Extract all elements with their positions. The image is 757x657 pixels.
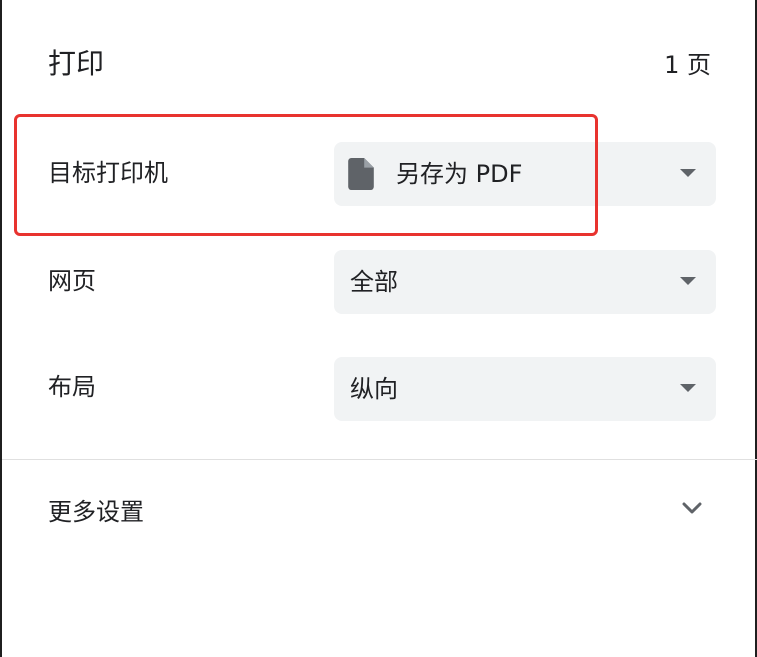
print-panel: 打印 1 页 目标打印机 另存为 PDF 网页 全部 布局 纵向 更多设置 xyxy=(0,0,757,657)
divider xyxy=(2,459,757,460)
dropdown-arrow-icon xyxy=(680,384,696,392)
destination-value: 另存为 PDF xyxy=(396,160,523,188)
dropdown-arrow-icon xyxy=(680,277,696,285)
more-settings-toggle[interactable]: 更多设置 xyxy=(2,478,757,544)
more-settings-label: 更多设置 xyxy=(48,498,144,526)
layout-value: 纵向 xyxy=(350,375,398,403)
file-icon xyxy=(348,158,374,190)
chevron-down-icon xyxy=(682,502,702,514)
pages-label: 网页 xyxy=(48,267,96,295)
page-count: 1 页 xyxy=(664,51,711,79)
layout-label: 布局 xyxy=(48,373,96,401)
pages-value: 全部 xyxy=(350,268,398,296)
layout-select[interactable]: 纵向 xyxy=(334,357,716,421)
pages-select[interactable]: 全部 xyxy=(334,250,716,314)
destination-label: 目标打印机 xyxy=(48,159,168,187)
page-title: 打印 xyxy=(48,47,105,80)
destination-select[interactable]: 另存为 PDF xyxy=(334,142,716,206)
dropdown-arrow-icon xyxy=(680,169,696,177)
